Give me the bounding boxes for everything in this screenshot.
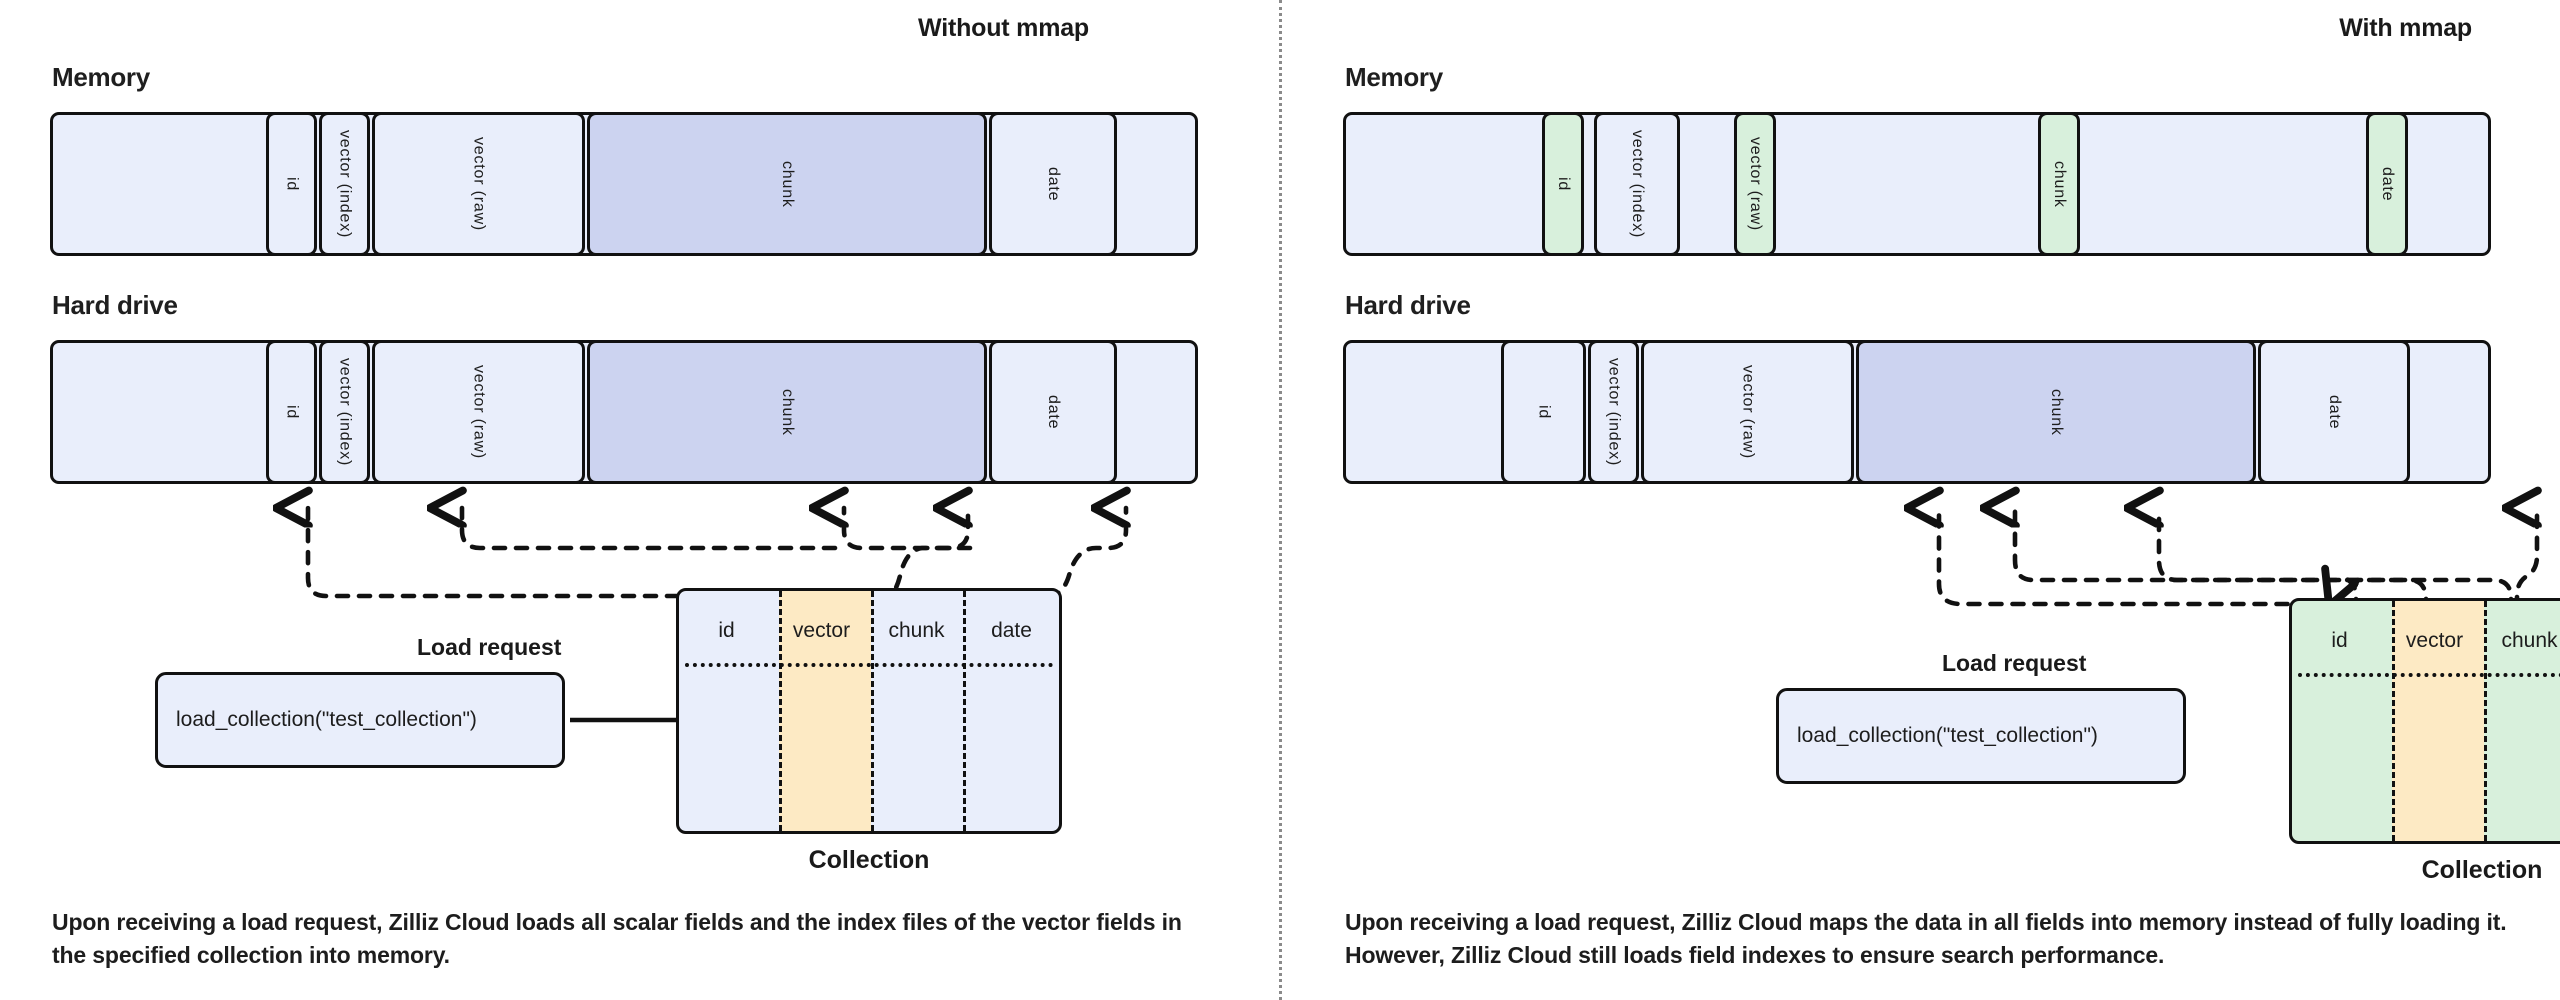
memory-segment-date: date (2366, 112, 2408, 256)
memory-bar-right: id vector (index) vector (raw) chunk dat… (1343, 112, 2491, 256)
panel-without-mmap: Without mmap Memory id vector (index) ve… (0, 0, 1279, 1000)
harddrive-label-left: Hard drive (52, 290, 178, 320)
collection-column-id: id (718, 619, 735, 642)
disk-segment-chunk: chunk (1856, 340, 2256, 484)
harddrive-label-right: Hard drive (1345, 290, 1471, 320)
memory-label-right: Memory (1345, 62, 1443, 92)
collection-box-left: id vector chunk date (676, 588, 1062, 834)
memory-segment-vector-index: vector (index) (319, 112, 370, 256)
load-request-label-left: Load request (417, 634, 562, 660)
panel-title-left: Without mmap (918, 14, 1089, 42)
load-request-code-left: load_collection("test_collection") (176, 708, 477, 731)
memory-segment-vector-raw: vector (raw) (1734, 112, 1776, 256)
disk-segment-date: date (2258, 340, 2410, 484)
memory-segment-id: id (266, 112, 317, 256)
collection-caption-right: Collection (2421, 856, 2543, 884)
panel-caption-left: Upon receiving a load request, Zilliz Cl… (52, 909, 1182, 968)
disk-segment-id: id (1501, 340, 1586, 484)
harddrive-bar-right: id vector (index) vector (raw) chunk dat… (1343, 340, 2491, 484)
collection-column-vector: vector (2405, 629, 2464, 652)
panel-title-right: With mmap (2339, 14, 2472, 42)
collection-column-chunk: chunk (2501, 629, 2558, 652)
collection-header-rule (685, 663, 1053, 667)
load-request-box-left[interactable]: load_collection("test_collection") (155, 672, 565, 768)
memory-segment-vector-index: vector (index) (1594, 112, 1680, 256)
disk-segment-vector-raw: vector (raw) (1641, 340, 1854, 484)
memory-segment-date: date (989, 112, 1117, 256)
harddrive-bar-left: id vector (index) vector (raw) chunk dat… (50, 340, 1198, 484)
disk-segment-vector-index: vector (index) (319, 340, 370, 484)
memory-segment-vector-raw: vector (raw) (372, 112, 585, 256)
disk-segment-vector-raw: vector (raw) (372, 340, 585, 484)
collection-column-id: id (2331, 629, 2348, 652)
panel-with-mmap: With mmap Memory id vector (index) vecto… (1281, 0, 2560, 1000)
memory-label-left: Memory (52, 62, 150, 92)
load-request-box-right[interactable]: load_collection("test_collection") (1776, 688, 2186, 784)
collection-box-right: id vector chunk date (2289, 598, 2560, 844)
memory-segment-chunk: chunk (587, 112, 987, 256)
memory-segment-id: id (1542, 112, 1584, 256)
collection-column-vector: vector (792, 619, 851, 642)
collection-header-row: id vector chunk date (2292, 615, 2560, 667)
collection-header-row: id vector chunk date (679, 605, 1059, 657)
collection-column-date: date (991, 619, 1032, 642)
disk-segment-id: id (266, 340, 317, 484)
disk-segment-chunk: chunk (587, 340, 987, 484)
memory-bar-left: id vector (index) vector (raw) chunk dat… (50, 112, 1198, 256)
memory-segment-chunk: chunk (2038, 112, 2080, 256)
collection-column-chunk: chunk (888, 619, 945, 642)
collection-caption-left: Collection (808, 846, 930, 874)
collection-header-rule (2298, 673, 2560, 677)
disk-segment-vector-index: vector (index) (1588, 340, 1639, 484)
load-request-code-right: load_collection("test_collection") (1797, 724, 2098, 747)
diagram-root: Without mmap Memory id vector (index) ve… (0, 0, 2560, 1000)
load-request-label-right: Load request (1942, 650, 2087, 676)
disk-segment-date: date (989, 340, 1117, 484)
panel-caption-right: Upon receiving a load request, Zilliz Cl… (1345, 909, 2507, 968)
